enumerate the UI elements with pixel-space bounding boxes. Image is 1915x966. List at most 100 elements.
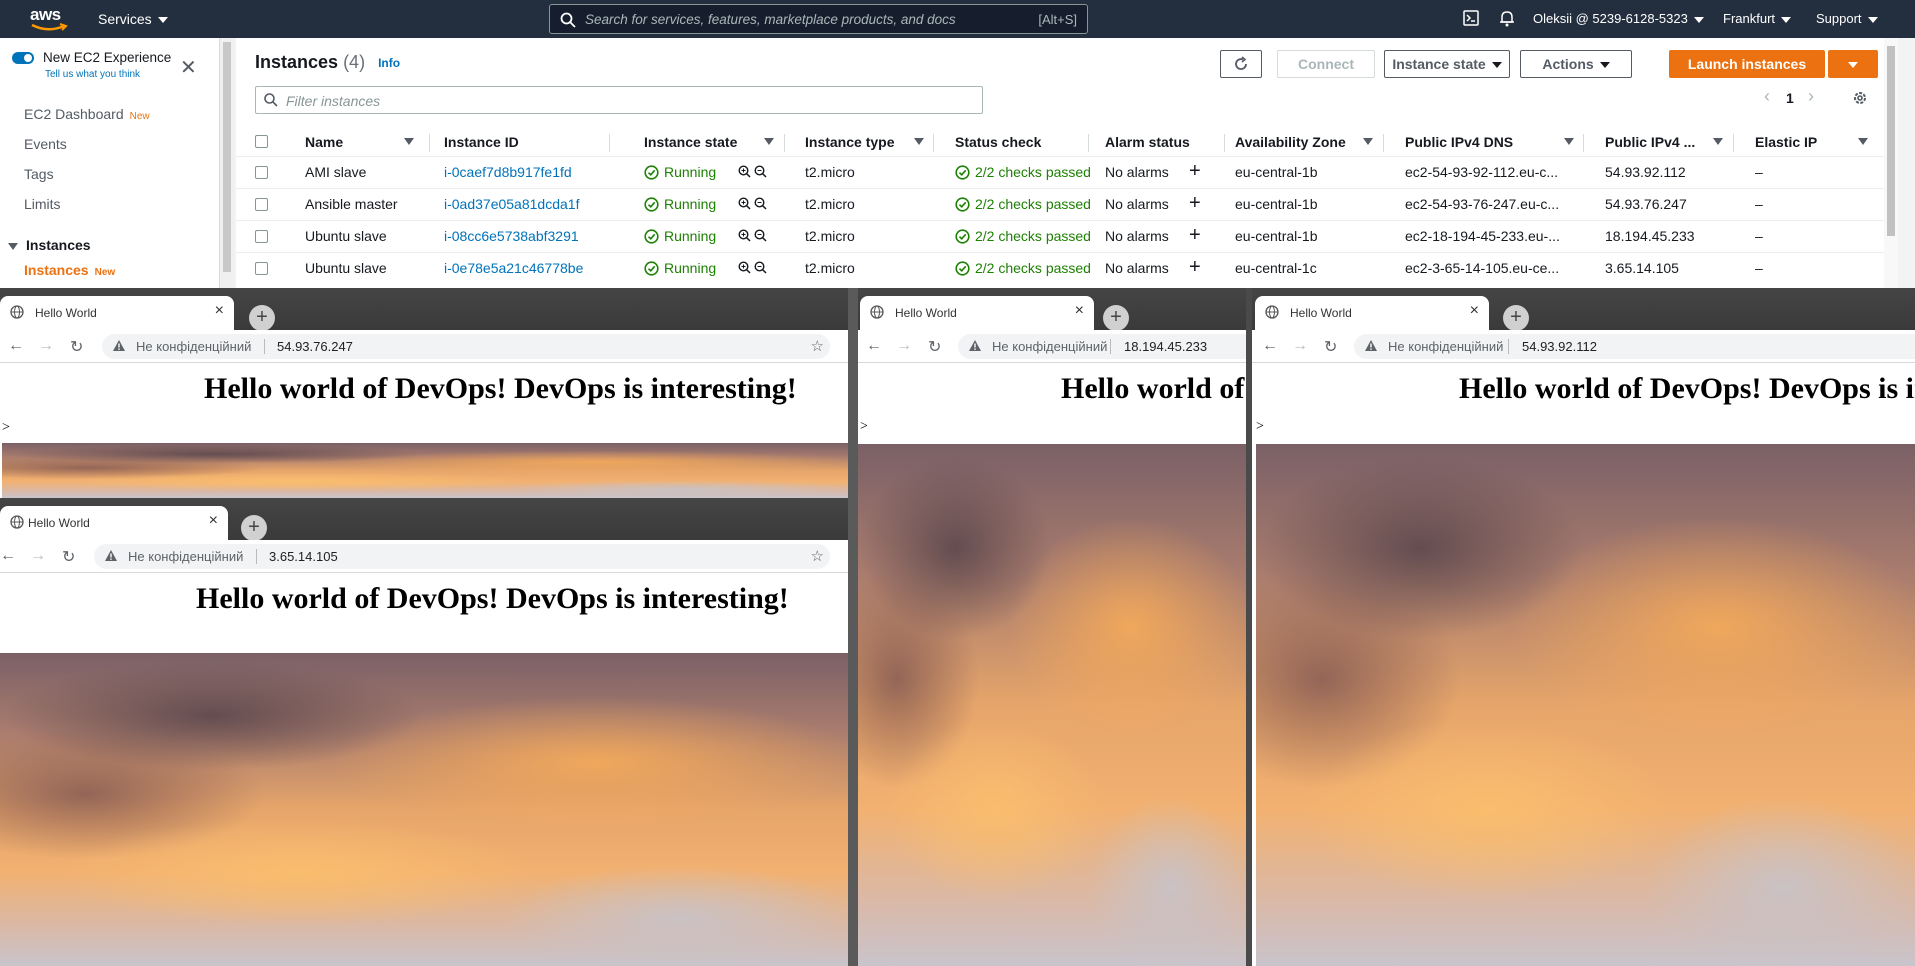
row-checkbox[interactable]	[255, 198, 268, 211]
aws-logo[interactable]: aws	[30, 5, 70, 33]
chevron-right-icon[interactable]: ›	[1808, 86, 1814, 107]
forward-arrow-icon[interactable]: →	[1292, 337, 1308, 355]
table-row[interactable]: Ubuntu slave i-08cc6e5738abf3291 Running t2…	[236, 220, 1898, 252]
url-field[interactable]: Не конфіденційний 54.93.92.112	[1354, 334, 1915, 359]
search-icon	[560, 12, 576, 28]
browser-tab[interactable]: Hello World ×	[1255, 296, 1489, 330]
settings-gear-icon[interactable]	[1852, 90, 1868, 106]
column-header-instance-state[interactable]: Instance state	[644, 128, 737, 156]
table-row[interactable]: Ubuntu slave i-0e78e5a21c46778be Running t2…	[236, 252, 1898, 284]
zoom-icons[interactable]	[738, 228, 768, 244]
column-header-name[interactable]: Name	[305, 128, 343, 156]
sidebar-item-events[interactable]: Events	[24, 136, 67, 152]
connect-button[interactable]: Connect	[1277, 50, 1375, 78]
support-menu[interactable]: Support	[1816, 11, 1878, 26]
account-menu[interactable]: Oleksii @ 5239-6128-5323	[1533, 11, 1704, 26]
new-tab-button[interactable]: +	[241, 515, 267, 541]
services-menu[interactable]: Services	[98, 11, 168, 27]
select-all-checkbox[interactable]	[255, 135, 268, 148]
zoom-icons[interactable]	[738, 196, 768, 212]
sidebar-item-limits[interactable]: Limits	[24, 196, 61, 212]
add-alarm-icon[interactable]: +	[1189, 224, 1201, 247]
cloudshell-icon[interactable]	[1463, 10, 1479, 29]
refresh-button[interactable]	[1220, 50, 1262, 78]
zoom-icons[interactable]	[738, 260, 768, 276]
instance-state-button[interactable]: Instance state	[1384, 50, 1510, 78]
info-link[interactable]: Info	[378, 56, 400, 70]
browser-tab[interactable]: Hello World ×	[860, 296, 1094, 330]
sidebar-item-instances[interactable]: Instances New	[24, 262, 115, 278]
close-tab-icon[interactable]: ×	[209, 512, 218, 530]
sort-icon[interactable]	[1713, 138, 1723, 145]
close-tab-icon[interactable]: ×	[1470, 302, 1479, 320]
page-number[interactable]: 1	[1786, 90, 1794, 106]
url-field[interactable]: Не конфіденційний 18.194.45.233	[958, 334, 1248, 359]
bell-icon[interactable]	[1499, 9, 1515, 30]
main-scrollbar[interactable]	[1884, 38, 1898, 288]
cell-id[interactable]: i-08cc6e5738abf3291	[444, 228, 579, 244]
url-field[interactable]: Не конфіденційний 54.93.76.247 ☆	[102, 334, 830, 359]
sidebar-scrollbar[interactable]	[220, 38, 234, 288]
column-header-instance-id[interactable]: Instance ID	[444, 128, 519, 156]
reload-icon[interactable]: ↻	[928, 337, 941, 357]
column-header-public-dns[interactable]: Public IPv4 DNS	[1405, 128, 1513, 156]
new-tab-button[interactable]: +	[1503, 305, 1529, 331]
sidebar-section-instances[interactable]: Instances	[8, 237, 91, 253]
filter-instances-input[interactable]: Filter instances	[255, 86, 983, 114]
sidebar-item-ec2-dashboard[interactable]: EC2 Dashboard New	[24, 106, 150, 122]
table-row[interactable]: Ansible master i-0ad37e05a81dcda1f Running…	[236, 188, 1898, 220]
column-header-alarm-status[interactable]: Alarm status	[1105, 128, 1190, 156]
back-arrow-icon[interactable]: ←	[866, 337, 882, 355]
reload-icon[interactable]: ↻	[70, 337, 83, 357]
add-alarm-icon[interactable]: +	[1189, 192, 1201, 215]
url-field[interactable]: Не конфіденційний 3.65.14.105 ☆	[94, 544, 830, 569]
table-row[interactable]: AMI slave i-0caef7d8b917fe1fd Running t2.mi…	[236, 156, 1898, 188]
new-tab-button[interactable]: +	[1103, 305, 1129, 331]
aws-search-input[interactable]: Search for services, features, marketpla…	[549, 4, 1088, 34]
cell-id[interactable]: i-0ad37e05a81dcda1f	[444, 196, 579, 212]
row-checkbox[interactable]	[255, 230, 268, 243]
column-header-availability-zone[interactable]: Availability Zone	[1235, 128, 1346, 156]
column-header-instance-type[interactable]: Instance type	[805, 128, 894, 156]
cell-id[interactable]: i-0caef7d8b917fe1fd	[444, 164, 572, 180]
sort-icon[interactable]	[1858, 138, 1868, 145]
sort-icon[interactable]	[404, 138, 414, 145]
reload-icon[interactable]: ↻	[62, 547, 75, 567]
browser-tab[interactable]: Hello World ×	[0, 296, 234, 330]
star-icon[interactable]: ☆	[811, 337, 824, 355]
add-alarm-icon[interactable]: +	[1189, 256, 1201, 279]
row-checkbox[interactable]	[255, 166, 268, 179]
back-arrow-icon[interactable]: ←	[0, 547, 16, 565]
star-icon[interactable]: ☆	[811, 547, 824, 565]
sort-icon[interactable]	[1564, 138, 1574, 145]
browser-tab[interactable]: Hello World ×	[0, 506, 228, 540]
back-arrow-icon[interactable]: ←	[1262, 337, 1278, 355]
new-experience-toggle[interactable]	[12, 52, 34, 64]
sort-icon[interactable]	[914, 138, 924, 145]
back-arrow-icon[interactable]: ←	[8, 337, 24, 355]
cell-id[interactable]: i-0e78e5a21c46778be	[444, 260, 583, 276]
launch-dropdown-button[interactable]	[1828, 50, 1878, 78]
forward-arrow-icon[interactable]: →	[896, 337, 912, 355]
sidebar-item-tags[interactable]: Tags	[24, 166, 54, 182]
launch-instances-button[interactable]: Launch instances	[1669, 50, 1825, 78]
column-header-public-ipv4[interactable]: Public IPv4 ...	[1605, 128, 1695, 156]
row-checkbox[interactable]	[255, 262, 268, 275]
chevron-left-icon[interactable]: ‹	[1764, 86, 1770, 107]
close-tab-icon[interactable]: ×	[215, 302, 224, 320]
new-tab-button[interactable]: +	[249, 305, 275, 331]
forward-arrow-icon[interactable]: →	[38, 337, 54, 355]
add-alarm-icon[interactable]: +	[1189, 160, 1201, 183]
feedback-link[interactable]: Tell us what you think	[45, 69, 140, 80]
sort-icon[interactable]	[764, 138, 774, 145]
forward-arrow-icon[interactable]: →	[30, 547, 46, 565]
region-menu[interactable]: Frankfurt	[1723, 11, 1792, 26]
sort-icon[interactable]	[1363, 138, 1373, 145]
actions-button[interactable]: Actions	[1520, 50, 1632, 78]
reload-icon[interactable]: ↻	[1324, 337, 1337, 357]
column-header-status-check[interactable]: Status check	[955, 128, 1041, 156]
zoom-icons[interactable]	[738, 164, 768, 180]
close-icon[interactable]: ✕	[180, 58, 197, 78]
column-header-elastic-ip[interactable]: Elastic IP	[1755, 128, 1817, 156]
close-tab-icon[interactable]: ×	[1075, 302, 1084, 320]
